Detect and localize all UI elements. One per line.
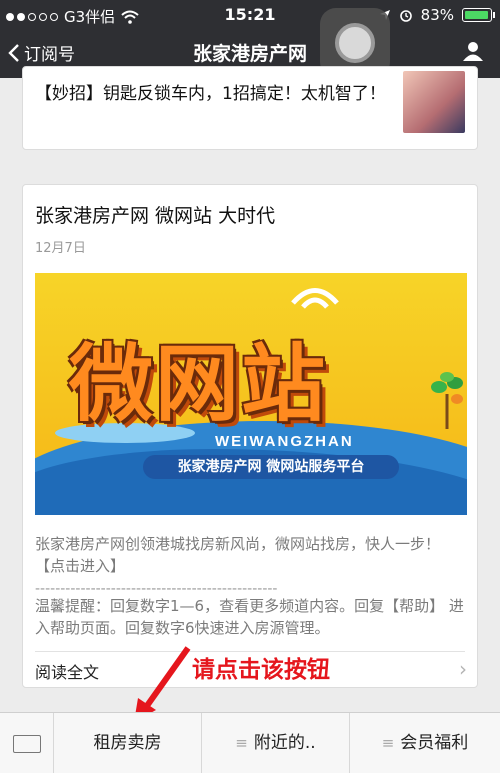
- wifi-signal-icon: [291, 288, 339, 309]
- menu-item-label: 租房卖房: [93, 733, 162, 753]
- menu-item-label: 附近的..: [253, 733, 316, 753]
- article-description: 张家港房产网创领港城找房新风尚，微网站找房，快人一步！【点击进入】: [35, 535, 441, 575]
- annotation-text: 请点击该按钮: [192, 657, 330, 683]
- menu-icon: ≡: [381, 734, 395, 752]
- profile-button[interactable]: [462, 40, 484, 66]
- status-right: 83%: [379, 6, 495, 24]
- article-card-main[interactable]: 张家港房产网 微网站 大时代 12月7日 微网站 WEIWANGZHAN 张家港…: [22, 184, 478, 688]
- keyboard-icon: [13, 735, 41, 753]
- article-title: 张家港房产网 微网站 大时代: [35, 205, 276, 227]
- article-thumbnail: [403, 71, 465, 133]
- banner-pinyin: WEIWANGZHAN: [215, 433, 354, 450]
- article-title: 【妙招】钥匙反锁车内，1招搞定！太机智了！: [35, 84, 386, 104]
- tree-icon: [431, 372, 463, 429]
- keyboard-toggle-button[interactable]: [0, 713, 54, 773]
- article-tip: 温馨提醒：回复数字1—6，查看更多频道内容。回复【帮助】 进入帮助页面。回复数字…: [35, 597, 464, 637]
- menu-item-member-benefits[interactable]: ≡ 会员福利: [350, 713, 500, 773]
- banner-logo-text: 微网站: [69, 335, 328, 433]
- battery-percent: 83%: [420, 6, 454, 24]
- menu-item-label: 会员福利: [400, 733, 469, 753]
- menu-item-nearby[interactable]: ≡ 附近的..: [202, 713, 350, 773]
- article-card[interactable]: 【妙招】钥匙反锁车内，1招搞定！太机智了！: [22, 66, 478, 150]
- user-icon: [463, 42, 483, 61]
- article-date: 12月7日: [35, 241, 86, 256]
- menu-icon: ≡: [235, 734, 248, 752]
- banner-subtitle: 张家港房产网 微网站服务平台: [143, 455, 399, 479]
- read-all-link[interactable]: 阅读全文: [35, 659, 99, 683]
- battery-icon: [462, 8, 495, 22]
- menu-item-rent-sell[interactable]: 租房卖房: [54, 713, 202, 773]
- article-banner-image: 微网站 WEIWANGZHAN 张家港房产网 微网站服务平台: [35, 273, 467, 515]
- status-bar: G3伴侣 15:21 83%: [0, 0, 500, 28]
- page-title: 张家港房产网: [192, 43, 307, 65]
- alarm-icon: [399, 10, 412, 22]
- bottom-menu: 租房卖房 ≡ 附近的.. ≡ 会员福利: [0, 712, 500, 773]
- chevron-right-icon: ›: [459, 657, 467, 681]
